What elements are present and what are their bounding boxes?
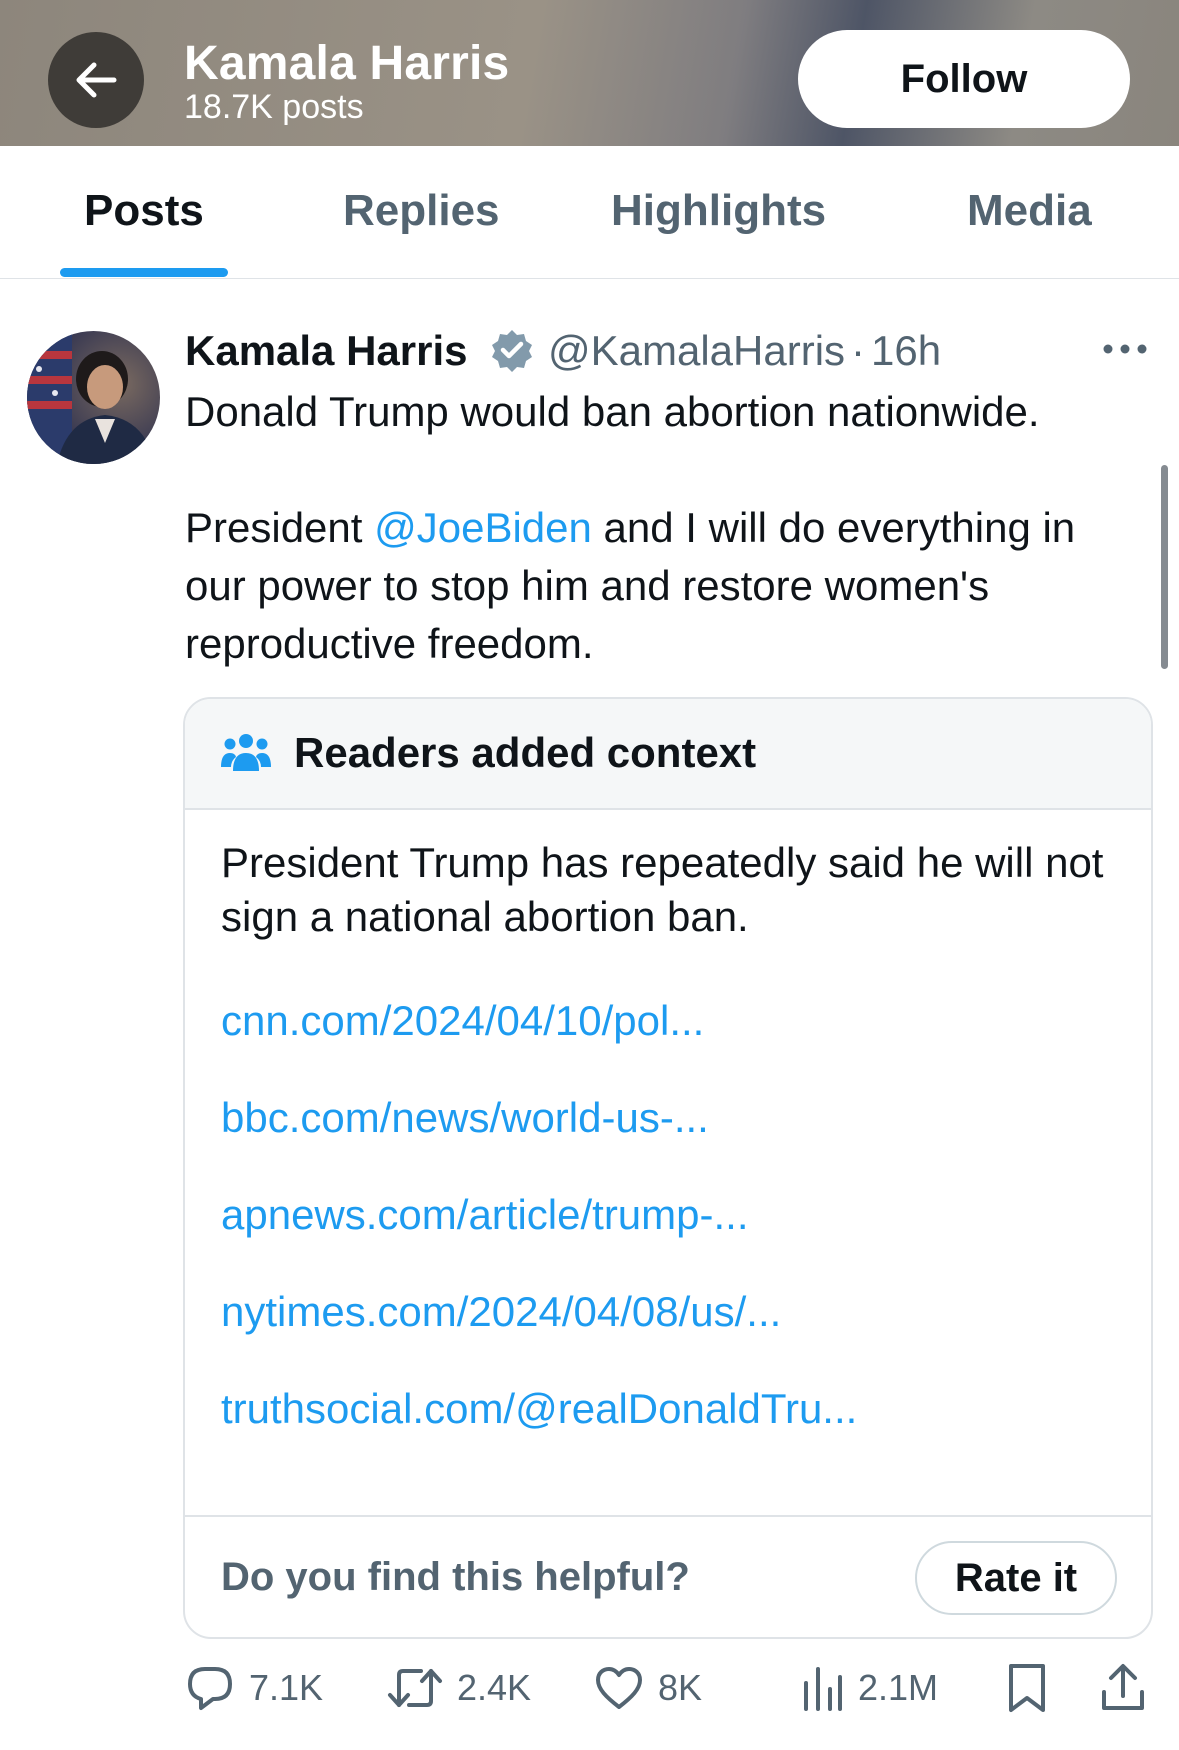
tab-posts[interactable]: Posts xyxy=(84,186,204,236)
avatar-image xyxy=(27,331,155,464)
community-note-footer: Do you find this helpful? Rate it xyxy=(185,1515,1151,1637)
source-link[interactable]: truthsocial.com/@realDonaldTru... xyxy=(221,1385,857,1433)
post-text-pre: President xyxy=(185,504,375,551)
tab-replies[interactable]: Replies xyxy=(343,186,500,236)
meta-separator: · xyxy=(851,327,866,374)
profile-tabs: Posts Replies Highlights Media xyxy=(0,146,1179,279)
post-handle[interactable]: @KamalaHarris xyxy=(548,327,845,374)
bookmark-button[interactable] xyxy=(1006,1662,1048,1714)
share-button[interactable] xyxy=(1100,1662,1146,1714)
rate-it-button[interactable]: Rate it xyxy=(915,1541,1117,1615)
post-text: Donald Trump would ban abortion nationwi… xyxy=(185,383,1145,673)
follow-button[interactable]: Follow xyxy=(798,30,1130,128)
profile-header: Kamala Harris 18.7K posts Follow xyxy=(0,0,1179,146)
back-button[interactable] xyxy=(48,32,144,128)
verified-badge-icon xyxy=(492,330,532,372)
source-link[interactable]: apnews.com/article/trump-... xyxy=(221,1191,749,1239)
post-meta: @KamalaHarris · 16h xyxy=(548,327,941,375)
community-note-text: President Trump has repeatedly said he w… xyxy=(221,839,1104,940)
source-link[interactable]: cnn.com/2024/04/10/pol... xyxy=(221,997,704,1045)
mention-link[interactable]: @JoeBiden xyxy=(374,504,592,551)
repost-button[interactable]: 2.4K xyxy=(387,1662,531,1714)
people-icon xyxy=(221,734,271,771)
views-count: 2.1M xyxy=(858,1667,939,1708)
back-arrow-icon xyxy=(76,62,117,98)
community-note-header: Readers added context xyxy=(185,699,1151,810)
like-icon xyxy=(596,1667,642,1709)
post-count: 18.7K posts xyxy=(184,88,364,126)
reply-button[interactable]: 7.1K xyxy=(185,1662,323,1714)
repost-count: 2.4K xyxy=(457,1667,532,1708)
tab-media[interactable]: Media xyxy=(967,186,1092,236)
views-button[interactable]: 2.1M xyxy=(800,1662,938,1714)
helpful-question: Do you find this helpful? xyxy=(221,1555,690,1599)
post-text-paragraph: President @JoeBiden and I will do everyt… xyxy=(185,499,1145,673)
community-note-card: Readers added context President Trump ha… xyxy=(183,697,1153,1639)
post-author-name[interactable]: Kamala Harris xyxy=(185,327,468,375)
bookmark-icon xyxy=(1009,1664,1045,1712)
like-button[interactable]: 8K xyxy=(594,1662,702,1714)
share-icon xyxy=(1102,1664,1144,1710)
repost-icon xyxy=(388,1669,442,1707)
source-link[interactable]: bbc.com/news/world-us-... xyxy=(221,1094,709,1142)
active-tab-indicator xyxy=(60,268,228,277)
like-count: 8K xyxy=(658,1667,703,1708)
scrollbar[interactable] xyxy=(1161,465,1168,669)
avatar[interactable] xyxy=(27,331,160,464)
profile-name: Kamala Harris xyxy=(184,37,510,90)
reply-count: 7.1K xyxy=(249,1667,324,1708)
views-icon xyxy=(804,1667,842,1711)
post-text-line: Donald Trump would ban abortion nationwi… xyxy=(185,388,1040,435)
more-icon[interactable] xyxy=(1100,334,1150,364)
source-link[interactable]: nytimes.com/2024/04/08/us/... xyxy=(221,1288,781,1336)
post-time[interactable]: 16h xyxy=(871,327,941,374)
tab-highlights[interactable]: Highlights xyxy=(611,186,826,236)
community-note-title: Readers added context xyxy=(294,729,757,776)
reply-icon xyxy=(188,1667,232,1710)
